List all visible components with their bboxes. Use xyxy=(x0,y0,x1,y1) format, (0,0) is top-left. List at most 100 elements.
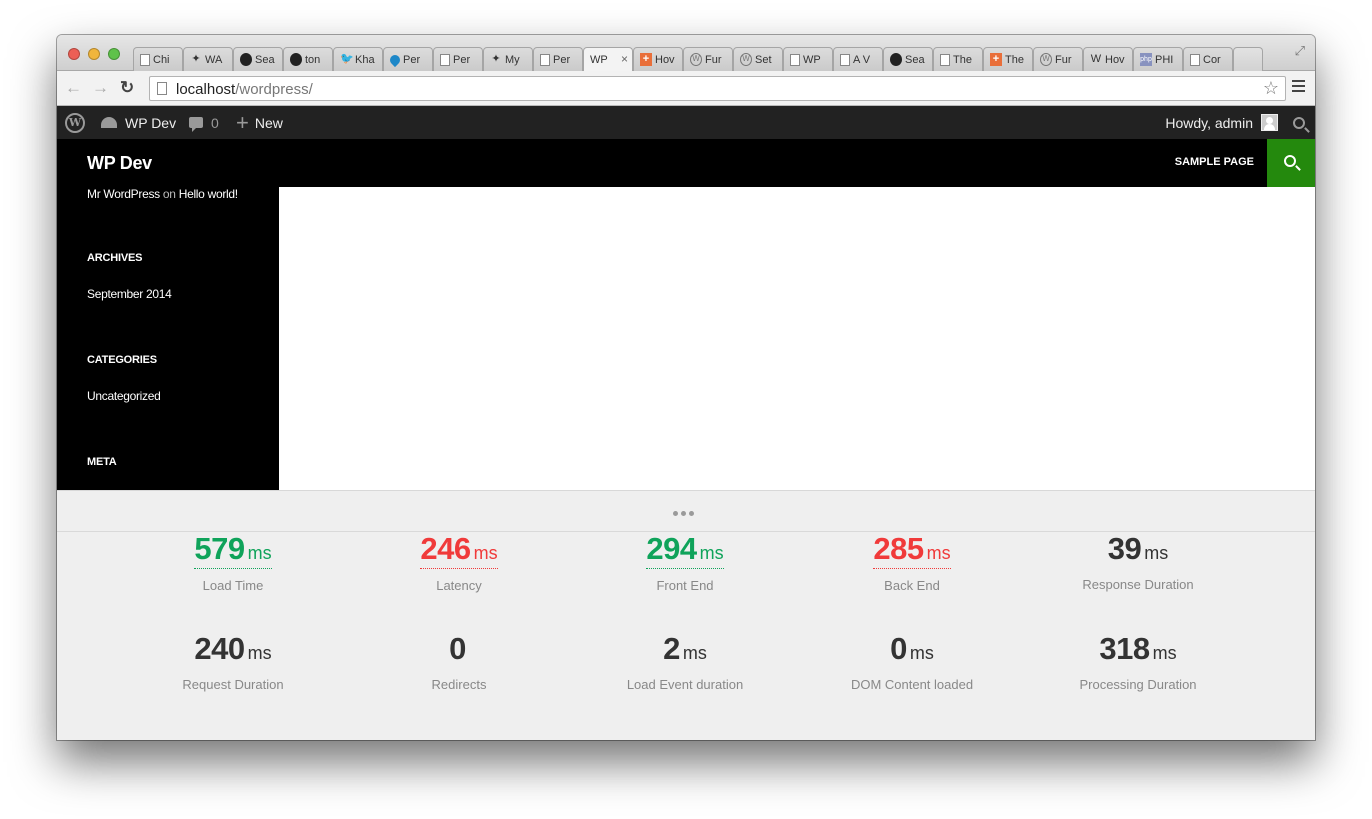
github-icon xyxy=(890,53,902,66)
search-toggle-button[interactable] xyxy=(1267,139,1315,187)
new-tab-button[interactable] xyxy=(1233,47,1263,71)
metric-unit: ms xyxy=(909,643,934,663)
browser-tab[interactable]: Chi xyxy=(133,47,183,71)
metric-value-wrap: 0 xyxy=(449,631,469,668)
browser-tab[interactable]: Per xyxy=(533,47,583,71)
browser-tab[interactable]: The xyxy=(933,47,983,71)
browser-tab[interactable]: A V xyxy=(833,47,883,71)
tab-strip: Chi ✦ WA Sea ton 🐦 Kha Per Per ✦ My Per WP × + Hov W Fur W… xyxy=(57,35,1315,72)
wordpress-icon: W xyxy=(1040,53,1052,66)
site-name-menu[interactable]: WP Dev xyxy=(101,106,176,139)
tab-label: ton xyxy=(305,53,321,66)
twitter-icon: 🐦 xyxy=(340,53,354,65)
zoom-window-button[interactable] xyxy=(108,48,120,60)
browser-tab[interactable]: W Fur xyxy=(683,47,733,71)
browser-window: Chi ✦ WA Sea ton 🐦 Kha Per Per ✦ My Per WP × + Hov W Fur W… xyxy=(57,35,1315,740)
metric-value-wrap: 39 ms xyxy=(1108,531,1168,568)
address-bar[interactable]: localhost/wordpress/ ☆ xyxy=(149,76,1286,101)
browser-tab[interactable]: W Hov xyxy=(1083,47,1133,71)
metric-value-wrap: 318 ms xyxy=(1099,631,1176,668)
tab-label: Sea xyxy=(255,53,275,66)
metric-request-duration: 240 ms Request Duration xyxy=(133,631,333,692)
close-window-button[interactable] xyxy=(68,48,80,60)
site-title[interactable]: WP Dev xyxy=(87,153,152,174)
tab-label: Hov xyxy=(1105,53,1125,66)
search-icon xyxy=(1284,155,1296,167)
browser-tab[interactable]: Sea xyxy=(233,47,283,71)
browser-tab[interactable]: ✦ WA xyxy=(183,47,233,71)
comments-menu[interactable]: 0 xyxy=(189,106,219,139)
metric-value-wrap: 294 ms xyxy=(646,531,724,569)
category-link[interactable]: Uncategorized xyxy=(87,389,161,403)
wordpress-icon: W xyxy=(690,53,702,66)
browser-tab[interactable]: Per xyxy=(383,47,433,71)
tab-label: Fur xyxy=(705,53,722,66)
browser-tab[interactable]: ✦ My xyxy=(483,47,533,71)
browser-tab[interactable]: WP xyxy=(783,47,833,71)
browser-tab[interactable]: + The xyxy=(983,47,1033,71)
tab-label: WP xyxy=(590,54,608,66)
panel-resize-handle[interactable] xyxy=(57,491,1315,532)
tab-label: WP xyxy=(803,53,821,66)
close-tab-icon[interactable]: × xyxy=(621,52,628,66)
metric-value-wrap: 240 ms xyxy=(194,631,271,668)
browser-tab[interactable]: + Hov xyxy=(633,47,683,71)
plus-icon: + xyxy=(236,109,249,135)
browser-tab[interactable]: WP × xyxy=(583,47,633,72)
dashboard-icon xyxy=(101,117,117,128)
reload-button[interactable]: ↻ xyxy=(120,78,134,98)
browser-tab[interactable]: ton xyxy=(283,47,333,71)
site-header: WP Dev SAMPLE PAGE xyxy=(57,139,1315,187)
tab-label: The xyxy=(1005,53,1024,66)
new-content-menu[interactable]: + New xyxy=(236,106,283,139)
drupal-icon xyxy=(387,52,403,67)
howdy-label: Howdy, admin xyxy=(1165,114,1253,131)
archives-title: ARCHIVES xyxy=(87,252,143,264)
metric-value: 294 xyxy=(646,531,697,566)
tab-label: Hov xyxy=(655,53,675,66)
doc-icon xyxy=(1190,53,1200,66)
my-account-menu[interactable]: Howdy, admin xyxy=(1165,106,1278,139)
metric-redirects: 0 Redirects xyxy=(359,631,559,692)
browser-tab[interactable]: 🐦 Kha xyxy=(333,47,383,71)
url-text[interactable]: localhost/wordpress/ xyxy=(176,81,313,98)
browser-tab[interactable]: Sea xyxy=(883,47,933,71)
tab-label: Fur xyxy=(1055,53,1072,66)
browser-tab[interactable]: W Set xyxy=(733,47,783,71)
minimize-window-button[interactable] xyxy=(88,48,100,60)
metric-unit: ms xyxy=(473,543,498,563)
browser-tab[interactable]: Per xyxy=(433,47,483,71)
metric-label: Load Time xyxy=(202,578,264,593)
tab-label: PHI xyxy=(1155,53,1174,66)
nav-sample-page[interactable]: SAMPLE PAGE xyxy=(1175,156,1254,168)
metric-load-event-duration: 2 ms Load Event duration xyxy=(585,631,785,692)
forward-button[interactable]: → xyxy=(92,78,109,98)
comment-post-link[interactable]: Hello world! xyxy=(179,187,238,201)
doc-icon xyxy=(140,53,150,66)
back-button[interactable]: ← xyxy=(65,78,82,98)
tab-label: Per xyxy=(553,53,571,66)
hamburger-menu-icon[interactable] xyxy=(1292,80,1305,95)
archive-link[interactable]: September 2014 xyxy=(87,287,172,301)
drag-dots-icon xyxy=(673,511,697,516)
browser-tab[interactable]: W Fur xyxy=(1033,47,1083,71)
tab-label: Set xyxy=(755,53,772,66)
wp-admin-bar: W WP Dev 0 + New Howdy, admin xyxy=(57,106,1315,139)
metric-back-end: 285 ms Back End xyxy=(812,531,1012,593)
pinwheel-icon: ✦ xyxy=(491,53,501,65)
wp-logo-menu[interactable]: W xyxy=(65,106,85,139)
browser-tab[interactable]: Cor xyxy=(1183,47,1233,71)
tab-label: Per xyxy=(453,53,471,66)
metric-value: 0 xyxy=(449,631,466,666)
doc-icon xyxy=(940,53,950,66)
fullscreen-icon[interactable]: ⤢ xyxy=(1295,43,1305,59)
bookmark-star-icon[interactable]: ☆ xyxy=(1263,78,1279,99)
url-path: /wordpress/ xyxy=(235,81,313,98)
admin-search-button[interactable] xyxy=(1293,106,1305,139)
browser-tab[interactable]: php PHI xyxy=(1133,47,1183,71)
browser-toolbar: ← → ↻ localhost/wordpress/ ☆ xyxy=(57,71,1315,106)
metric-unit: ms xyxy=(699,543,724,563)
recent-comment: Mr WordPress on Hello world! xyxy=(87,187,238,201)
comment-author-link[interactable]: Mr WordPress xyxy=(87,187,160,201)
site-name-label: WP Dev xyxy=(125,114,177,131)
